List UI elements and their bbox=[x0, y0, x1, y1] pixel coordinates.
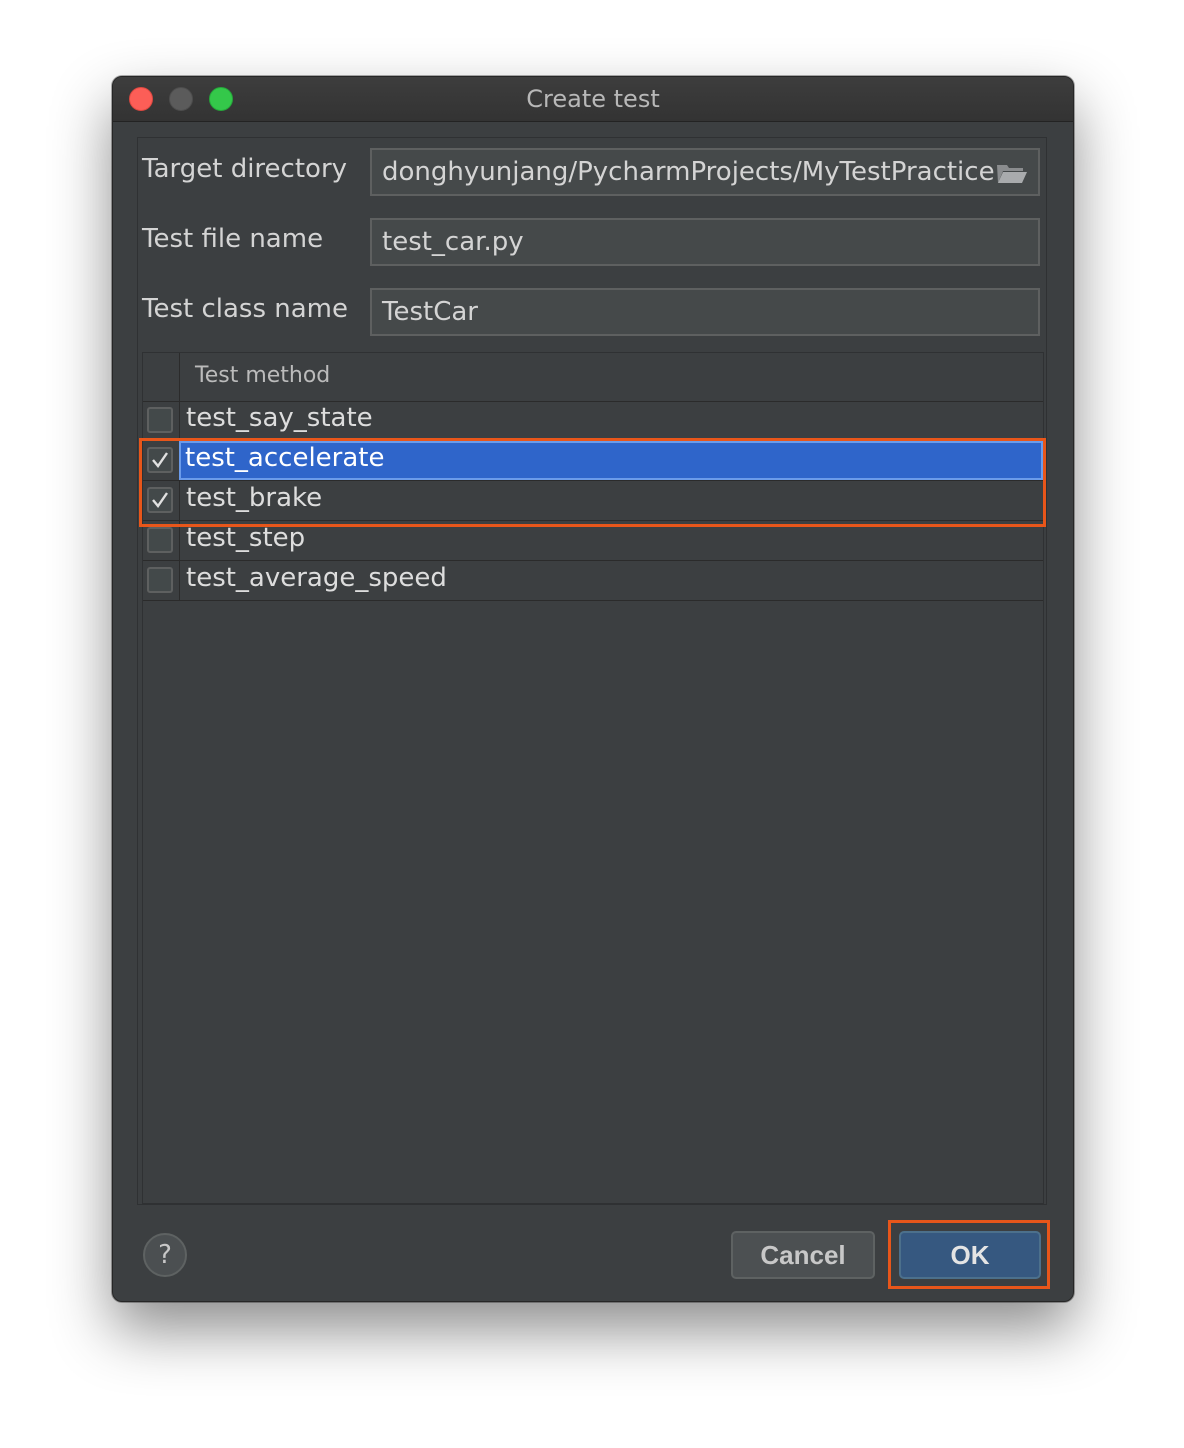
target-directory-field[interactable]: donghyunjang/PycharmProjects/MyTestPract… bbox=[370, 148, 1040, 196]
table-row[interactable]: test_step bbox=[143, 521, 1043, 561]
help-icon[interactable]: ? bbox=[143, 1233, 187, 1277]
test-file-name-label: Test file name bbox=[142, 224, 324, 254]
row-checkbox[interactable] bbox=[147, 487, 173, 513]
title-bar[interactable]: Create test bbox=[113, 77, 1073, 122]
checkbox-column-header[interactable] bbox=[143, 353, 180, 401]
test-class-name-input[interactable]: TestCar bbox=[370, 288, 1040, 336]
create-test-dialog: Create test Target directory donghyunjan… bbox=[112, 76, 1074, 1302]
method-name[interactable]: test_average_speed bbox=[179, 561, 1043, 600]
table-row[interactable]: test_average_speed bbox=[143, 561, 1043, 601]
method-name[interactable]: test_step bbox=[179, 521, 1043, 560]
ok-button[interactable]: OK bbox=[899, 1231, 1041, 1279]
checkmark-icon bbox=[152, 492, 168, 508]
table-row[interactable]: test_accelerate bbox=[143, 441, 1043, 481]
method-name[interactable]: test_accelerate bbox=[179, 441, 1043, 480]
dialog-content: Target directory donghyunjang/PycharmPro… bbox=[137, 137, 1047, 1205]
folder-icon[interactable] bbox=[996, 162, 1028, 184]
cancel-button[interactable]: Cancel bbox=[731, 1231, 875, 1279]
test-method-table: Test method test_say_state test_accelera… bbox=[142, 352, 1044, 1204]
row-checkbox[interactable] bbox=[147, 567, 173, 593]
method-name[interactable]: test_brake bbox=[179, 481, 1043, 520]
table-row[interactable]: test_say_state bbox=[143, 401, 1043, 441]
row-checkbox[interactable] bbox=[147, 407, 173, 433]
row-checkbox[interactable] bbox=[147, 447, 173, 473]
dialog-title: Create test bbox=[526, 85, 660, 113]
test-file-name-input[interactable]: test_car.py bbox=[370, 218, 1040, 266]
row-checkbox[interactable] bbox=[147, 527, 173, 553]
table-row[interactable]: test_brake bbox=[143, 481, 1043, 521]
test-method-column-header[interactable]: Test method bbox=[195, 363, 330, 388]
target-directory-label: Target directory bbox=[142, 154, 348, 184]
test-class-name-label: Test class name bbox=[142, 294, 349, 324]
method-name[interactable]: test_say_state bbox=[179, 401, 1043, 440]
checkmark-icon bbox=[152, 452, 168, 468]
target-directory-value: donghyunjang/PycharmProjects/MyTestPract… bbox=[382, 157, 995, 187]
table-header: Test method bbox=[143, 353, 1043, 402]
